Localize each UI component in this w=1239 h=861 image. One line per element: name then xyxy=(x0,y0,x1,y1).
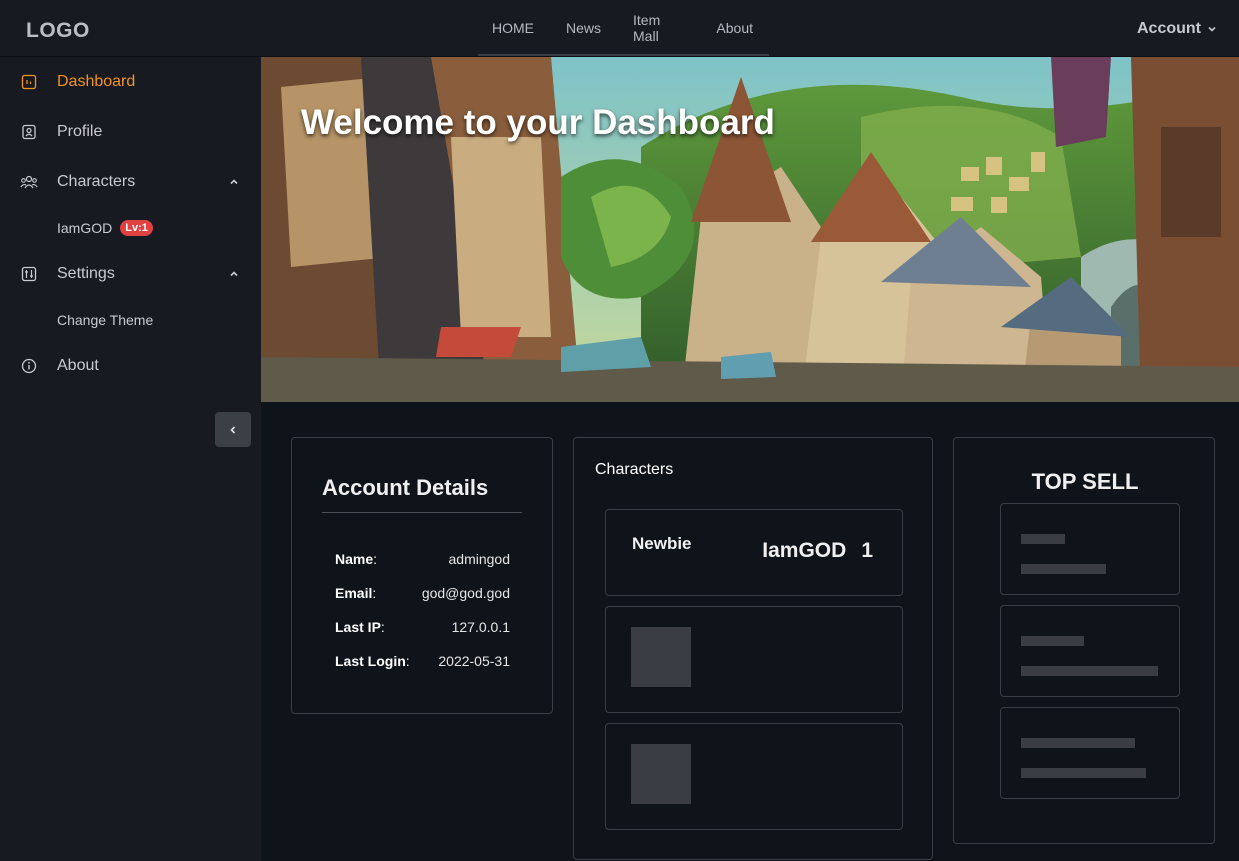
character-name-level: IamGOD 1 xyxy=(762,539,873,563)
skeleton-avatar xyxy=(631,744,691,804)
characters-title: Characters xyxy=(595,461,674,478)
row-value: 2022-05-31 xyxy=(438,653,510,669)
character-name: IamGOD xyxy=(57,220,113,236)
sidebar-item-label: About xyxy=(57,357,99,374)
row-value: 127.0.0.1 xyxy=(451,619,510,635)
profile-icon xyxy=(20,123,38,141)
sidebar-item-dashboard[interactable]: Dashboard xyxy=(0,62,261,102)
change-theme-label: Change Theme xyxy=(57,312,154,328)
dashboard-icon xyxy=(20,73,38,91)
row-key: Last IP xyxy=(335,619,381,635)
sidebar-item-profile[interactable]: Profile xyxy=(0,112,261,152)
sidebar-item-label: Dashboard xyxy=(57,73,136,90)
top-header: LOGO HOME News Item Mall About Account xyxy=(0,0,1239,57)
account-row-last-login: Last Login: 2022-05-31 xyxy=(335,653,510,669)
sidebar-subitem-character[interactable]: IamGOD Lv:1 xyxy=(57,220,153,236)
row-key: Last Login xyxy=(335,653,406,669)
row-key: Email xyxy=(335,585,373,601)
skeleton-bar xyxy=(1021,738,1135,748)
main-nav: HOME News Item Mall About xyxy=(478,0,769,56)
hero-banner: Welcome to your Dashboard xyxy=(261,57,1239,402)
account-menu[interactable]: Account xyxy=(1137,20,1217,38)
sliders-icon xyxy=(20,265,38,283)
top-sell-skeleton xyxy=(1000,707,1180,799)
sidebar-item-label: Settings xyxy=(57,265,115,282)
nav-news[interactable]: News xyxy=(550,0,617,56)
sidebar-item-about[interactable]: About xyxy=(0,346,261,386)
divider xyxy=(322,512,522,513)
sidebar-item-settings[interactable]: Settings xyxy=(0,254,261,294)
chevron-left-icon xyxy=(230,425,236,434)
sidebar-item-label: Profile xyxy=(57,123,103,140)
row-value: god@god.god xyxy=(421,585,510,601)
nav-about[interactable]: About xyxy=(700,0,769,56)
skeleton-bar xyxy=(1021,534,1065,544)
nav-home[interactable]: HOME xyxy=(478,0,550,56)
level-badge: Lv:1 xyxy=(120,220,153,236)
character-name: IamGOD xyxy=(762,539,847,562)
chevron-down-icon xyxy=(1208,26,1216,32)
character-skeleton xyxy=(605,606,903,713)
skeleton-avatar xyxy=(631,627,691,687)
sidebar-item-label: Characters xyxy=(57,173,136,190)
account-details-title: Account Details xyxy=(322,475,489,500)
top-sell-card: TOP SELL xyxy=(953,437,1215,844)
account-row-email: Email: god@god.god xyxy=(335,585,510,601)
character-entry[interactable]: Newbie IamGOD 1 xyxy=(605,509,903,596)
users-icon xyxy=(20,173,38,191)
character-skeleton xyxy=(605,723,903,830)
top-sell-skeleton xyxy=(1000,605,1180,697)
skeleton-bar xyxy=(1021,768,1146,778)
account-row-last-ip: Last IP: 127.0.0.1 xyxy=(335,619,510,635)
row-value: admingod xyxy=(448,551,511,567)
chevron-up-icon xyxy=(230,179,238,185)
collapse-sidebar-button[interactable] xyxy=(215,412,251,447)
sidebar-subitem-change-theme[interactable]: Change Theme xyxy=(57,312,153,328)
chevron-up-icon xyxy=(230,271,238,277)
info-icon xyxy=(20,357,38,375)
character-level: 1 xyxy=(861,539,873,562)
skeleton-bar xyxy=(1021,666,1158,676)
skeleton-bar xyxy=(1021,636,1084,646)
top-sell-skeleton xyxy=(1000,503,1180,595)
top-sell-title: TOP SELL xyxy=(1031,469,1139,494)
skeleton-bar xyxy=(1021,564,1106,574)
nav-item-mall[interactable]: Item Mall xyxy=(617,0,700,56)
hero-title: Welcome to your Dashboard xyxy=(301,103,775,142)
characters-card: Characters Newbie IamGOD 1 xyxy=(573,437,933,860)
account-details-card: Account Details Name: admingod Email: go… xyxy=(291,437,553,714)
account-label: Account xyxy=(1137,20,1201,37)
row-key: Name xyxy=(335,551,374,567)
logo[interactable]: LOGO xyxy=(26,19,90,43)
sidebar: Dashboard Profile Characters IamGOD Lv:1… xyxy=(0,57,261,861)
account-row-name: Name: admingod xyxy=(335,551,510,567)
sidebar-item-characters[interactable]: Characters xyxy=(0,162,261,202)
character-rank: Newbie xyxy=(632,534,692,553)
